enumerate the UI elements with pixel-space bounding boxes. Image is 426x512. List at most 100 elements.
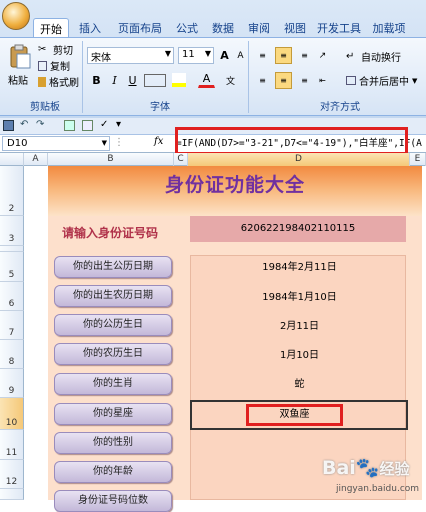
row-header[interactable]: 5 (0, 252, 24, 282)
sheet-title: 身份证功能大全 (164, 174, 305, 196)
tab-view[interactable]: 视图 (277, 18, 313, 37)
align-left-icon[interactable]: ≡ (254, 72, 271, 89)
tab-addins[interactable]: 加载项 (366, 18, 412, 37)
copy-button[interactable]: 复制 (38, 58, 70, 73)
align-middle-icon[interactable]: ≡ (275, 47, 292, 64)
merge-center-button[interactable]: 合并后居中 ▼ (346, 73, 417, 88)
font-size-select[interactable]: 11 ▼ (178, 47, 214, 64)
separator (82, 41, 83, 113)
paste-button-label[interactable]: 粘贴 (8, 72, 28, 87)
select-all-corner[interactable] (0, 153, 24, 166)
tab-developer[interactable]: 开发工具 (314, 18, 364, 37)
spell-check-icon[interactable]: ✓ (100, 119, 108, 130)
font-name-select[interactable]: 宋体 ▼ (87, 47, 174, 64)
row-header[interactable] (0, 489, 24, 500)
id-prompt-label: 请输入身份证号码 (62, 226, 159, 240)
tab-page-layout[interactable]: 页面布局 (111, 18, 169, 37)
insert-function-button[interactable]: fx (154, 136, 163, 147)
align-right-icon[interactable]: ≡ (296, 72, 313, 89)
row-header[interactable]: 6 (0, 282, 24, 311)
chevron-down-icon: ▼ (164, 49, 171, 58)
watermark-logo: Bai🐾经验 (322, 457, 410, 479)
format-painter-button[interactable]: 格式刷 (38, 74, 79, 89)
bold-button[interactable]: B (88, 72, 105, 89)
wrap-icon: ↵ (346, 50, 355, 62)
row-header[interactable]: 11 (0, 430, 24, 460)
formula-bar: D10 ▼ ⋮ fx =IF(AND(D7>="3-21",D7<="4-19")… (0, 127, 426, 155)
column-header[interactable]: C (174, 153, 188, 166)
chevron-down-icon: ▼ (101, 139, 107, 147)
preview-icon[interactable] (64, 120, 75, 131)
brush-icon (38, 76, 46, 87)
borders-icon[interactable] (144, 74, 166, 87)
row-header-active[interactable]: 10 (0, 398, 24, 430)
label-button: 你的年龄 (54, 461, 172, 483)
name-box[interactable]: D10 ▼ (2, 136, 110, 151)
align-center-icon[interactable]: ≡ (275, 72, 292, 89)
paste-icon[interactable] (8, 44, 32, 70)
label-button: 你的公历生日 (54, 314, 172, 336)
watermark-url: jingyan.baidu.com (336, 484, 420, 494)
label-button: 你的星座 (54, 403, 172, 425)
column-header[interactable]: B (48, 153, 174, 166)
copy-icon (38, 60, 47, 71)
cut-button[interactable]: ✂ 剪切 (38, 42, 73, 58)
shrink-font-button[interactable]: A (232, 47, 249, 64)
customize-icon[interactable]: ▾ (116, 119, 121, 130)
column-header[interactable]: A (24, 153, 48, 166)
vertical-align-group: ≡ ≡ ≡ (254, 47, 320, 64)
font-group-label: 字体 (150, 102, 170, 113)
row-header[interactable]: 12 (0, 460, 24, 489)
indent-icon[interactable]: ⇤ (314, 72, 331, 89)
row-header[interactable]: 7 (0, 311, 24, 340)
wrap-text-button[interactable]: ↵ 自动换行 (346, 49, 401, 65)
label-button: 你的出生农历日期 (54, 285, 172, 307)
orientation-icon[interactable]: ↗ (314, 47, 331, 64)
scissors-icon: ✂ (38, 43, 47, 55)
underline-button[interactable]: U (124, 72, 141, 89)
label-button: 你的生肖 (54, 373, 172, 395)
column-header[interactable]: E (410, 153, 426, 166)
column-headers: A B C D E (0, 153, 426, 166)
alignment-group-label: 对齐方式 (320, 102, 360, 113)
label-button: 你的性别 (54, 432, 172, 454)
chevron-down-icon: ▼ (204, 49, 211, 58)
result-value: 蛇 (294, 379, 305, 390)
label-button: 你的农历生日 (54, 343, 172, 365)
office-button[interactable] (2, 2, 30, 30)
undo-icon[interactable]: ↶ (20, 119, 28, 130)
align-bottom-icon[interactable]: ≡ (296, 47, 313, 64)
grow-font-button[interactable]: A (216, 47, 233, 64)
italic-button[interactable]: I (106, 72, 123, 89)
horizontal-align-group: ≡ ≡ ≡ (254, 72, 320, 89)
result-value: 1月10日 (279, 350, 320, 361)
tab-insert[interactable]: 插入 (72, 18, 108, 37)
label-button: 身份证号码位数 (54, 490, 172, 512)
row-header[interactable]: 8 (0, 340, 24, 369)
tab-review[interactable]: 审阅 (241, 18, 277, 37)
tab-formulas[interactable]: 公式 (169, 18, 205, 37)
result-value-highlight: 双鱼座 (246, 404, 343, 426)
formula-highlight (175, 127, 408, 155)
row-header[interactable]: 3 (0, 216, 24, 246)
align-top-icon[interactable]: ≡ (254, 47, 271, 64)
print-icon[interactable] (82, 120, 93, 131)
result-value: 2月11日 (279, 321, 320, 332)
dots-icon[interactable]: ⋮ (114, 137, 124, 148)
fill-color-icon[interactable] (172, 73, 186, 87)
font-color-button[interactable]: A (198, 71, 215, 88)
paw-icon: 🐾 (355, 457, 380, 479)
tab-home[interactable]: 开始 (33, 18, 69, 37)
tab-data[interactable]: 数据 (205, 18, 241, 37)
result-value: 1984年2月11日 (262, 262, 337, 273)
result-value: 1984年1月10日 (262, 292, 337, 303)
chevron-down-icon: ▼ (412, 76, 418, 85)
label-button: 你的出生公历日期 (54, 256, 172, 278)
phonetic-button[interactable]: 文 (222, 72, 239, 89)
save-icon[interactable] (3, 120, 14, 131)
redo-icon[interactable]: ↷ (36, 119, 44, 130)
column-header[interactable]: D (188, 153, 410, 166)
id-number-input[interactable]: 620622198402110115 (190, 216, 406, 242)
row-header[interactable]: 9 (0, 369, 24, 398)
row-header[interactable]: 2 (0, 166, 24, 216)
